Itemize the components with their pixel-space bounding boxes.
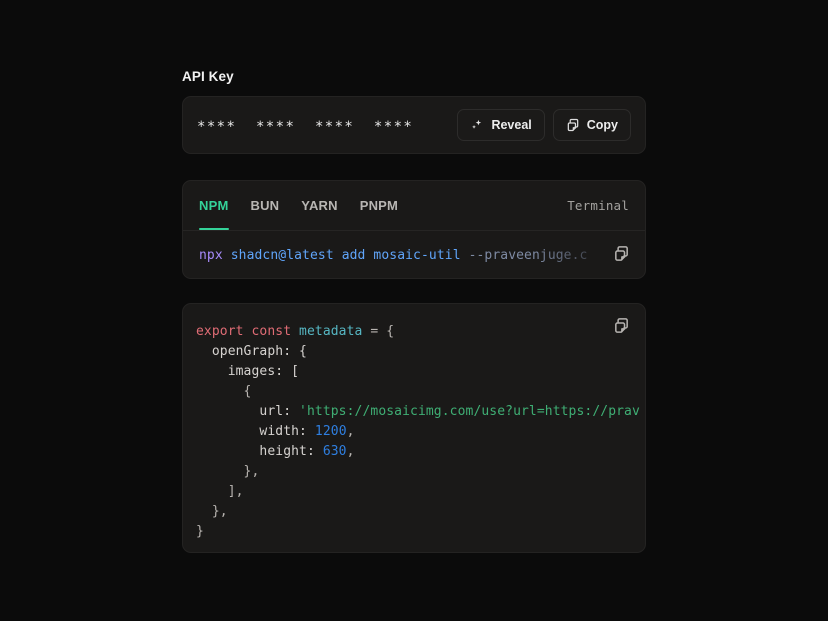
- copy-command-button[interactable]: [608, 242, 634, 268]
- api-key-panel: **** **** **** **** Reveal Copy: [182, 96, 646, 154]
- package-manager-tabbar: NPM BUN YARN PNPM Terminal: [183, 181, 645, 231]
- code-line-5-string: 'https://mosaicimg.com/use?url=https://p…: [291, 404, 640, 419]
- command-token-component: mosaic-util: [373, 247, 461, 263]
- code-line-5-prop: url:: [196, 404, 292, 419]
- code-line-7-prop: height:: [196, 444, 315, 459]
- code-line-4: {: [196, 384, 252, 399]
- command-token-bin: npx: [199, 247, 223, 263]
- command-token-verb: add: [341, 247, 366, 263]
- copy-key-button-label: Copy: [586, 118, 618, 132]
- metadata-code: export const metadata = { openGraph: { i…: [183, 304, 645, 542]
- install-command-text: npx shadcn@latest add mosaic-util --prav…: [199, 248, 629, 263]
- code-line-7-punc: ,: [346, 444, 355, 459]
- code-line-11: }: [196, 524, 204, 539]
- api-key-label: API Key: [182, 69, 234, 84]
- code-line-1-export: export const: [196, 324, 292, 339]
- page-root: API Key **** **** **** **** Reveal Copy …: [0, 0, 828, 621]
- copy-code-button[interactable]: [608, 314, 634, 340]
- copy-icon: [566, 118, 580, 132]
- api-key-masked-value: **** **** **** ****: [197, 118, 414, 135]
- code-line-9: ],: [196, 484, 244, 499]
- reveal-button[interactable]: Reveal: [457, 109, 545, 141]
- tab-npm[interactable]: NPM: [199, 181, 229, 230]
- package-manager-tabs: NPM BUN YARN PNPM: [199, 181, 398, 230]
- code-line-8: },: [196, 464, 260, 479]
- metadata-code-panel: export const metadata = { openGraph: { i…: [182, 303, 646, 553]
- terminal-label: Terminal: [567, 198, 629, 213]
- api-key-actions: Reveal Copy: [457, 109, 631, 141]
- copy-key-button[interactable]: Copy: [552, 109, 631, 141]
- code-line-10: },: [196, 504, 228, 519]
- code-line-6-punc: ,: [346, 424, 355, 439]
- copy-icon: [613, 245, 630, 265]
- tab-bun[interactable]: BUN: [251, 181, 280, 230]
- code-line-1-name: metadata: [291, 324, 363, 339]
- reveal-button-label: Reveal: [491, 118, 532, 132]
- code-line-6-prop: width:: [196, 424, 307, 439]
- code-line-7-num: 630: [314, 444, 347, 459]
- tab-pnpm[interactable]: PNPM: [360, 181, 398, 230]
- command-token-flag: --praveenjuge.c: [468, 247, 588, 263]
- code-line-3: images: [: [196, 364, 300, 379]
- install-command-panel: NPM BUN YARN PNPM Terminal npx shadcn@la…: [182, 180, 646, 279]
- code-line-2: openGraph: {: [196, 344, 307, 359]
- sparkles-icon: [470, 118, 484, 132]
- code-content: export const metadata = { openGraph: { i…: [196, 324, 640, 539]
- command-token-package: shadcn@latest: [230, 247, 334, 263]
- tab-yarn[interactable]: YARN: [301, 181, 337, 230]
- code-line-1-eq: = {: [362, 324, 395, 339]
- copy-icon: [613, 317, 630, 337]
- install-command-row: npx shadcn@latest add mosaic-util --prav…: [183, 231, 645, 278]
- code-line-6-num: 1200: [306, 424, 347, 439]
